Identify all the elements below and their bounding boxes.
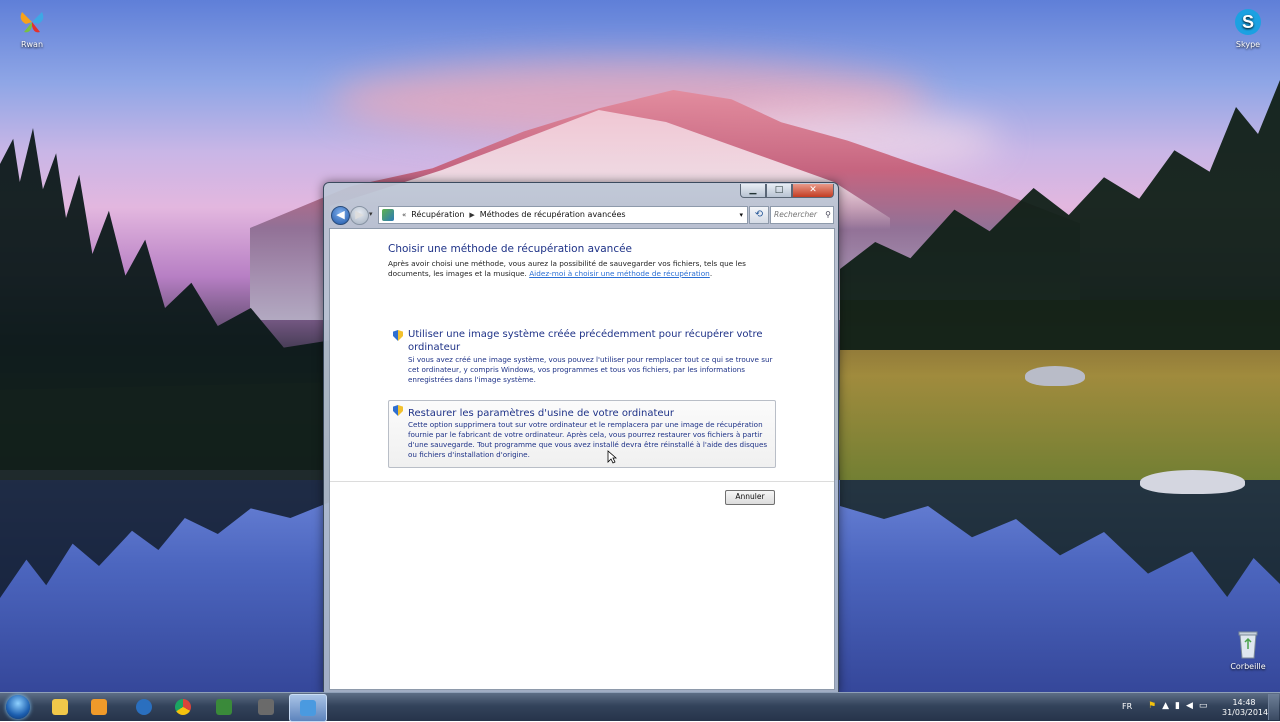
arrow-left-icon: ◀ bbox=[336, 208, 345, 221]
breadcrumb-item-recuperation[interactable]: Récupération bbox=[411, 207, 464, 223]
taskbar-button-green-app[interactable] bbox=[206, 694, 242, 720]
option-heading: Restaurer les paramètres d'usine de votr… bbox=[408, 408, 674, 419]
refresh-icon: ⟲ bbox=[754, 209, 764, 220]
rock bbox=[1025, 366, 1085, 386]
back-button[interactable]: ◀ bbox=[331, 206, 350, 225]
taskbar-button-explorer[interactable] bbox=[42, 694, 78, 720]
option-heading: Utiliser une image système créée précéde… bbox=[408, 329, 763, 353]
media-player-icon bbox=[91, 699, 107, 715]
close-button[interactable]: ✕ bbox=[792, 184, 834, 198]
clock-time: 14:48 bbox=[1232, 698, 1256, 707]
mouse-cursor-icon bbox=[607, 450, 617, 464]
desktop-icon-rwan[interactable]: Rwan bbox=[10, 6, 54, 49]
recent-pages-dropdown[interactable]: ▾ bbox=[369, 210, 373, 218]
control-panel-icon bbox=[382, 209, 394, 221]
navigation-bar: ◀ ▶ ▾ « Récupération ▶ Méthodes de récup… bbox=[329, 205, 834, 225]
language-indicator[interactable]: FR bbox=[1122, 702, 1132, 711]
folder-icon bbox=[52, 699, 68, 715]
option-description: Cette option supprimera tout sur votre o… bbox=[408, 420, 768, 459]
search-input[interactable] bbox=[771, 210, 818, 219]
rock bbox=[1140, 470, 1245, 494]
taskbar: FR ⚑▲▮◀▭ 14:48 31/03/2014 bbox=[0, 692, 1280, 722]
divider bbox=[330, 481, 834, 482]
search-box: ⚲ bbox=[770, 206, 834, 224]
network-icon[interactable]: ▮ bbox=[1175, 701, 1186, 711]
taskbar-button-control-panel[interactable] bbox=[289, 694, 327, 722]
chess-app-icon bbox=[258, 699, 274, 715]
desktop-icon-label: Rwan bbox=[20, 40, 44, 49]
option-factory-reset[interactable]: Restaurer les paramètres d'usine de votr… bbox=[388, 400, 776, 468]
desktop-icon-label: Skype bbox=[1235, 40, 1261, 49]
chevron-down-icon: ▾ bbox=[369, 210, 373, 218]
green-app-icon bbox=[216, 699, 232, 715]
taskbar-button-chrome[interactable] bbox=[165, 694, 201, 720]
minimize-button[interactable]: ▁ bbox=[740, 184, 766, 198]
volume-icon[interactable]: ◀ bbox=[1186, 701, 1199, 711]
svg-text:S: S bbox=[1242, 12, 1254, 32]
skype-icon: S bbox=[1232, 6, 1264, 38]
tray-icons[interactable]: ⚑▲▮◀▭ bbox=[1148, 701, 1213, 711]
recycle-bin-icon bbox=[1232, 628, 1264, 660]
battery-icon[interactable]: ▭ bbox=[1199, 701, 1214, 711]
windows-logo-icon bbox=[6, 695, 30, 719]
intro-text: Après avoir choisi une méthode, vous aur… bbox=[388, 259, 788, 279]
intro-end: . bbox=[709, 269, 713, 278]
chevron-down-icon[interactable]: ▾ bbox=[739, 207, 743, 223]
taskbar-button-chess-app[interactable] bbox=[248, 694, 284, 720]
cancel-button[interactable]: Annuler bbox=[725, 490, 775, 505]
address-bar[interactable]: « Récupération ▶ Méthodes de récupératio… bbox=[378, 206, 748, 224]
forward-button[interactable]: ▶ bbox=[350, 206, 369, 225]
chevron-right-icon[interactable]: ▶ bbox=[469, 207, 474, 223]
taskbar-button-media-player[interactable] bbox=[81, 694, 117, 720]
maximize-button[interactable]: □ bbox=[766, 184, 792, 198]
warning-flag-icon[interactable]: ⚑ bbox=[1148, 701, 1162, 711]
option-system-image[interactable]: Utiliser une image système créée précéde… bbox=[388, 325, 776, 389]
page-title: Choisir une méthode de récupération avan… bbox=[388, 243, 633, 255]
show-desktop-button[interactable] bbox=[1268, 694, 1279, 720]
arrow-right-icon: ▶ bbox=[355, 208, 364, 221]
clock[interactable]: 14:48 31/03/2014 bbox=[1222, 698, 1269, 718]
clock-date: 31/03/2014 bbox=[1222, 708, 1269, 717]
search-icon[interactable]: ⚲ bbox=[825, 207, 831, 223]
desktop-icon-label: Corbeille bbox=[1230, 662, 1266, 671]
desktop-icon-recycle-bin[interactable]: Corbeille bbox=[1226, 628, 1270, 671]
desktop-icon-skype[interactable]: S Skype bbox=[1226, 6, 1270, 49]
content-pane: Choisir une méthode de récupération avan… bbox=[329, 228, 835, 690]
chrome-icon bbox=[175, 699, 191, 715]
msn-butterfly-icon bbox=[16, 6, 48, 38]
start-button[interactable] bbox=[2, 693, 34, 721]
taskbar-button-hp[interactable] bbox=[126, 694, 162, 720]
uac-shield-icon bbox=[393, 330, 403, 341]
option-description: Si vous avez créé une image système, vou… bbox=[408, 355, 773, 384]
show-hidden-icons-icon[interactable]: ▲ bbox=[1162, 701, 1175, 711]
breadcrumb-item-methodes[interactable]: Méthodes de récupération avancées bbox=[480, 207, 626, 223]
control-panel-icon bbox=[300, 700, 316, 716]
recovery-window: ▁ □ ✕ ◀ ▶ ▾ « Récupération ▶ Méthodes de… bbox=[323, 182, 839, 694]
refresh-button[interactable]: ⟲ bbox=[749, 206, 769, 224]
uac-shield-icon bbox=[393, 405, 403, 416]
help-link[interactable]: Aidez-moi à choisir une méthode de récup… bbox=[529, 269, 710, 278]
hp-icon bbox=[136, 699, 152, 715]
caption-buttons: ▁ □ ✕ bbox=[740, 184, 834, 198]
chevron-double-left-icon: « bbox=[402, 211, 407, 219]
